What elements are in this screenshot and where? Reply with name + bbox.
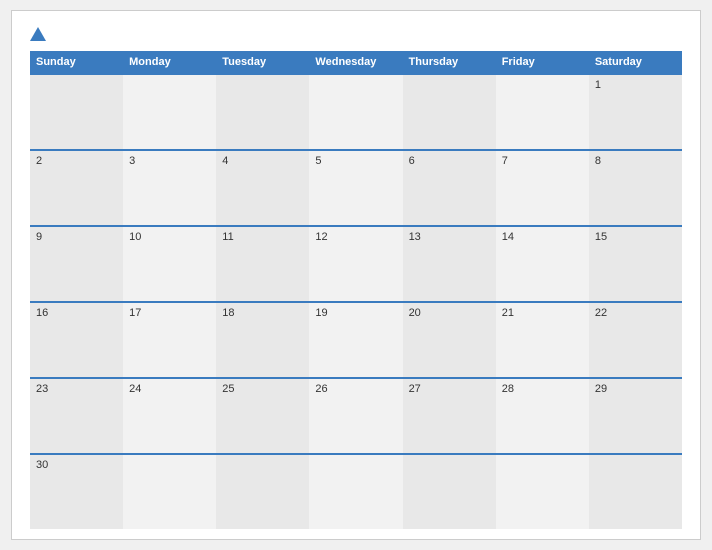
day-cell: 21 xyxy=(496,303,589,377)
day-cell: 7 xyxy=(496,151,589,225)
day-number: 18 xyxy=(222,307,234,319)
week-row-1: 2 3 4 5 6 7 8 xyxy=(30,149,682,225)
day-cell xyxy=(123,75,216,149)
day-cell: 17 xyxy=(123,303,216,377)
day-cell xyxy=(123,455,216,529)
day-number: 29 xyxy=(595,383,607,395)
day-number: 19 xyxy=(315,307,327,319)
day-headers-row: SundayMondayTuesdayWednesdayThursdayFrid… xyxy=(30,51,682,73)
day-cell: 12 xyxy=(309,227,402,301)
day-cell xyxy=(216,75,309,149)
day-cell xyxy=(403,455,496,529)
day-number: 27 xyxy=(409,383,421,395)
day-cell: 10 xyxy=(123,227,216,301)
day-cell: 8 xyxy=(589,151,682,225)
week-row-4: 23 24 25 26 27 28 29 xyxy=(30,377,682,453)
day-number: 24 xyxy=(129,383,141,395)
day-number: 3 xyxy=(129,155,135,167)
day-cell: 19 xyxy=(309,303,402,377)
day-cell xyxy=(496,455,589,529)
day-cell xyxy=(403,75,496,149)
day-header-thursday: Thursday xyxy=(403,51,496,73)
day-number: 12 xyxy=(315,231,327,243)
day-number: 1 xyxy=(595,79,601,91)
day-cell: 2 xyxy=(30,151,123,225)
logo xyxy=(30,27,50,41)
day-number: 11 xyxy=(222,231,233,243)
day-number: 30 xyxy=(36,459,48,471)
day-number: 21 xyxy=(502,307,514,319)
day-number: 2 xyxy=(36,155,42,167)
day-number: 14 xyxy=(502,231,514,243)
day-number: 25 xyxy=(222,383,234,395)
day-header-wednesday: Wednesday xyxy=(309,51,402,73)
day-cell: 4 xyxy=(216,151,309,225)
weeks-grid: 1234567891011121314151617181920212223242… xyxy=(30,73,682,529)
day-number: 7 xyxy=(502,155,508,167)
day-number: 22 xyxy=(595,307,607,319)
day-number: 4 xyxy=(222,155,228,167)
day-cell xyxy=(216,455,309,529)
logo-blue-row xyxy=(30,27,50,41)
day-cell: 22 xyxy=(589,303,682,377)
day-header-friday: Friday xyxy=(496,51,589,73)
day-number: 23 xyxy=(36,383,48,395)
day-number: 10 xyxy=(129,231,141,243)
day-cell: 14 xyxy=(496,227,589,301)
day-cell xyxy=(496,75,589,149)
day-cell: 23 xyxy=(30,379,123,453)
day-number: 15 xyxy=(595,231,607,243)
calendar-header xyxy=(30,27,682,41)
day-cell: 1 xyxy=(589,75,682,149)
day-cell: 5 xyxy=(309,151,402,225)
day-header-sunday: Sunday xyxy=(30,51,123,73)
day-header-saturday: Saturday xyxy=(589,51,682,73)
day-number: 8 xyxy=(595,155,601,167)
day-number: 20 xyxy=(409,307,421,319)
day-cell xyxy=(30,75,123,149)
calendar: SundayMondayTuesdayWednesdayThursdayFrid… xyxy=(11,10,701,540)
day-cell: 3 xyxy=(123,151,216,225)
day-header-tuesday: Tuesday xyxy=(216,51,309,73)
day-number: 13 xyxy=(409,231,421,243)
day-number: 17 xyxy=(129,307,141,319)
day-cell xyxy=(309,75,402,149)
day-cell: 20 xyxy=(403,303,496,377)
day-number: 16 xyxy=(36,307,48,319)
day-cell: 28 xyxy=(496,379,589,453)
day-cell: 13 xyxy=(403,227,496,301)
day-header-monday: Monday xyxy=(123,51,216,73)
day-cell xyxy=(589,455,682,529)
day-cell: 6 xyxy=(403,151,496,225)
day-cell: 26 xyxy=(309,379,402,453)
day-cell: 25 xyxy=(216,379,309,453)
day-cell: 27 xyxy=(403,379,496,453)
day-cell: 30 xyxy=(30,455,123,529)
day-cell: 18 xyxy=(216,303,309,377)
day-cell: 15 xyxy=(589,227,682,301)
day-number: 9 xyxy=(36,231,42,243)
week-row-5: 30 xyxy=(30,453,682,529)
day-number: 5 xyxy=(315,155,321,167)
day-cell: 11 xyxy=(216,227,309,301)
week-row-3: 16 17 18 19 20 21 22 xyxy=(30,301,682,377)
day-number: 28 xyxy=(502,383,514,395)
day-number: 26 xyxy=(315,383,327,395)
week-row-2: 9 10 11 12 13 14 15 xyxy=(30,225,682,301)
day-cell: 24 xyxy=(123,379,216,453)
day-cell: 16 xyxy=(30,303,123,377)
week-row-0: 1 xyxy=(30,73,682,149)
day-cell: 29 xyxy=(589,379,682,453)
logo-triangle-icon xyxy=(30,27,46,41)
day-cell xyxy=(309,455,402,529)
day-number: 6 xyxy=(409,155,415,167)
day-cell: 9 xyxy=(30,227,123,301)
